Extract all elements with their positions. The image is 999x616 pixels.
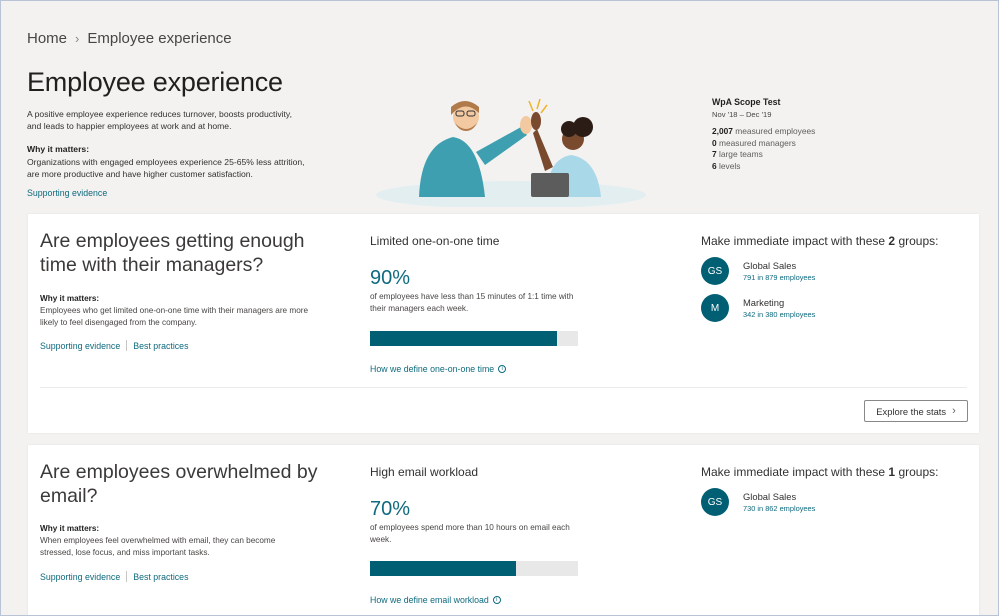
info-icon[interactable]: i <box>492 596 501 604</box>
link-divider <box>126 340 128 351</box>
group-name: Marketing <box>743 297 785 308</box>
why-it-matters-body: Organizations with engaged employees exp… <box>27 157 305 179</box>
best-practices-link[interactable]: Best practices <box>133 341 188 351</box>
metric-progress-fill <box>370 561 516 576</box>
best-practices-link[interactable]: Best practices <box>133 572 188 582</box>
scope-stat: 6 levels <box>712 160 741 171</box>
page-intro: A positive employee experience reduces t… <box>27 109 292 131</box>
card-why-heading: Why it matters: <box>40 294 100 303</box>
metric-value: 90% <box>370 267 411 289</box>
metric-progress-fill <box>370 331 558 346</box>
scope-stat: 0 measured managers <box>712 137 796 148</box>
metric-description: of employees spend more than 10 hours on… <box>370 523 570 544</box>
impact-heading: Make immediate impact with these 1 group… <box>701 465 939 479</box>
define-metric-label[interactable]: How we define email workload <box>370 595 489 605</box>
app-frame: Home › Employee experience Employee expe… <box>0 0 999 616</box>
define-metric-link[interactable]: How we define email workload i <box>370 595 501 605</box>
group-name: Global Sales <box>743 260 797 271</box>
high-five-illustration <box>376 98 646 207</box>
page-title: Employee experience <box>27 67 283 97</box>
group-item[interactable]: GS Global Sales 730 in 862 employees <box>701 488 815 516</box>
avatar: GS <box>701 488 729 516</box>
scope-stat: 7 large teams <box>712 149 763 159</box>
avatar: M <box>701 294 729 322</box>
insight-card-manager-time: Are employees getting enough time with t… <box>28 214 979 433</box>
why-it-matters-heading: Why it matters: <box>27 144 90 154</box>
group-detail-link[interactable]: 730 in 862 employees <box>743 504 815 513</box>
card-why-body: When employees feel overwhelmed with ema… <box>40 536 276 557</box>
metric-progress-bar <box>370 331 578 346</box>
supporting-evidence-link[interactable]: Supporting evidence <box>40 572 120 582</box>
card-divider <box>40 387 967 388</box>
card-question: Are employees getting enough time with t… <box>40 230 305 276</box>
chevron-right-icon: › <box>75 31 80 46</box>
scope-summary: WpA Scope Test Nov '18 – Dec '19 2,007 m… <box>712 97 815 172</box>
scope-stat: 2,007 measured employees <box>712 126 816 136</box>
group-item[interactable]: M Marketing 342 in 380 employees <box>701 294 815 322</box>
metric-description: of employees have less than 15 minutes o… <box>370 292 574 313</box>
group-name: Global Sales <box>743 491 797 502</box>
scope-dates: Nov '18 – Dec '19 <box>712 109 772 119</box>
link-divider <box>126 571 128 582</box>
breadcrumb-home[interactable]: Home <box>27 30 67 47</box>
card-why-body: Employees who get limited one-on-one tim… <box>40 306 309 327</box>
metric-title: High email workload <box>370 465 479 479</box>
avatar: GS <box>701 257 729 285</box>
card-question: Are employees overwhelmed by email? <box>40 461 318 507</box>
group-detail-link[interactable]: 791 in 879 employees <box>743 273 815 282</box>
card-links: Supporting evidence Best practices <box>40 571 188 582</box>
define-metric-label[interactable]: How we define one-on-one time <box>370 364 494 374</box>
explore-stats-button[interactable]: Explore the stats › <box>864 400 968 422</box>
impact-heading: Make immediate impact with these 2 group… <box>701 234 939 248</box>
supporting-evidence-link[interactable]: Supporting evidence <box>40 341 120 351</box>
chevron-right-icon: › <box>952 405 956 417</box>
group-detail-link[interactable]: 342 in 380 employees <box>743 310 815 319</box>
insight-card-email-workload: Are employees overwhelmed by email? Why … <box>28 445 979 615</box>
group-item[interactable]: GS Global Sales 791 in 879 employees <box>701 257 815 285</box>
metric-value: 70% <box>370 498 411 520</box>
info-icon[interactable]: i <box>498 365 507 373</box>
card-why-heading: Why it matters: <box>40 524 100 533</box>
metric-progress-bar <box>370 561 578 576</box>
supporting-evidence-link[interactable]: Supporting evidence <box>27 188 107 198</box>
metric-title: Limited one-on-one time <box>370 234 500 248</box>
card-links: Supporting evidence Best practices <box>40 340 188 351</box>
define-metric-link[interactable]: How we define one-on-one time i <box>370 364 507 374</box>
scope-title: WpA Scope Test <box>712 97 781 107</box>
breadcrumb-current: Employee experience <box>87 30 232 47</box>
breadcrumb: Home › Employee experience <box>27 30 232 47</box>
